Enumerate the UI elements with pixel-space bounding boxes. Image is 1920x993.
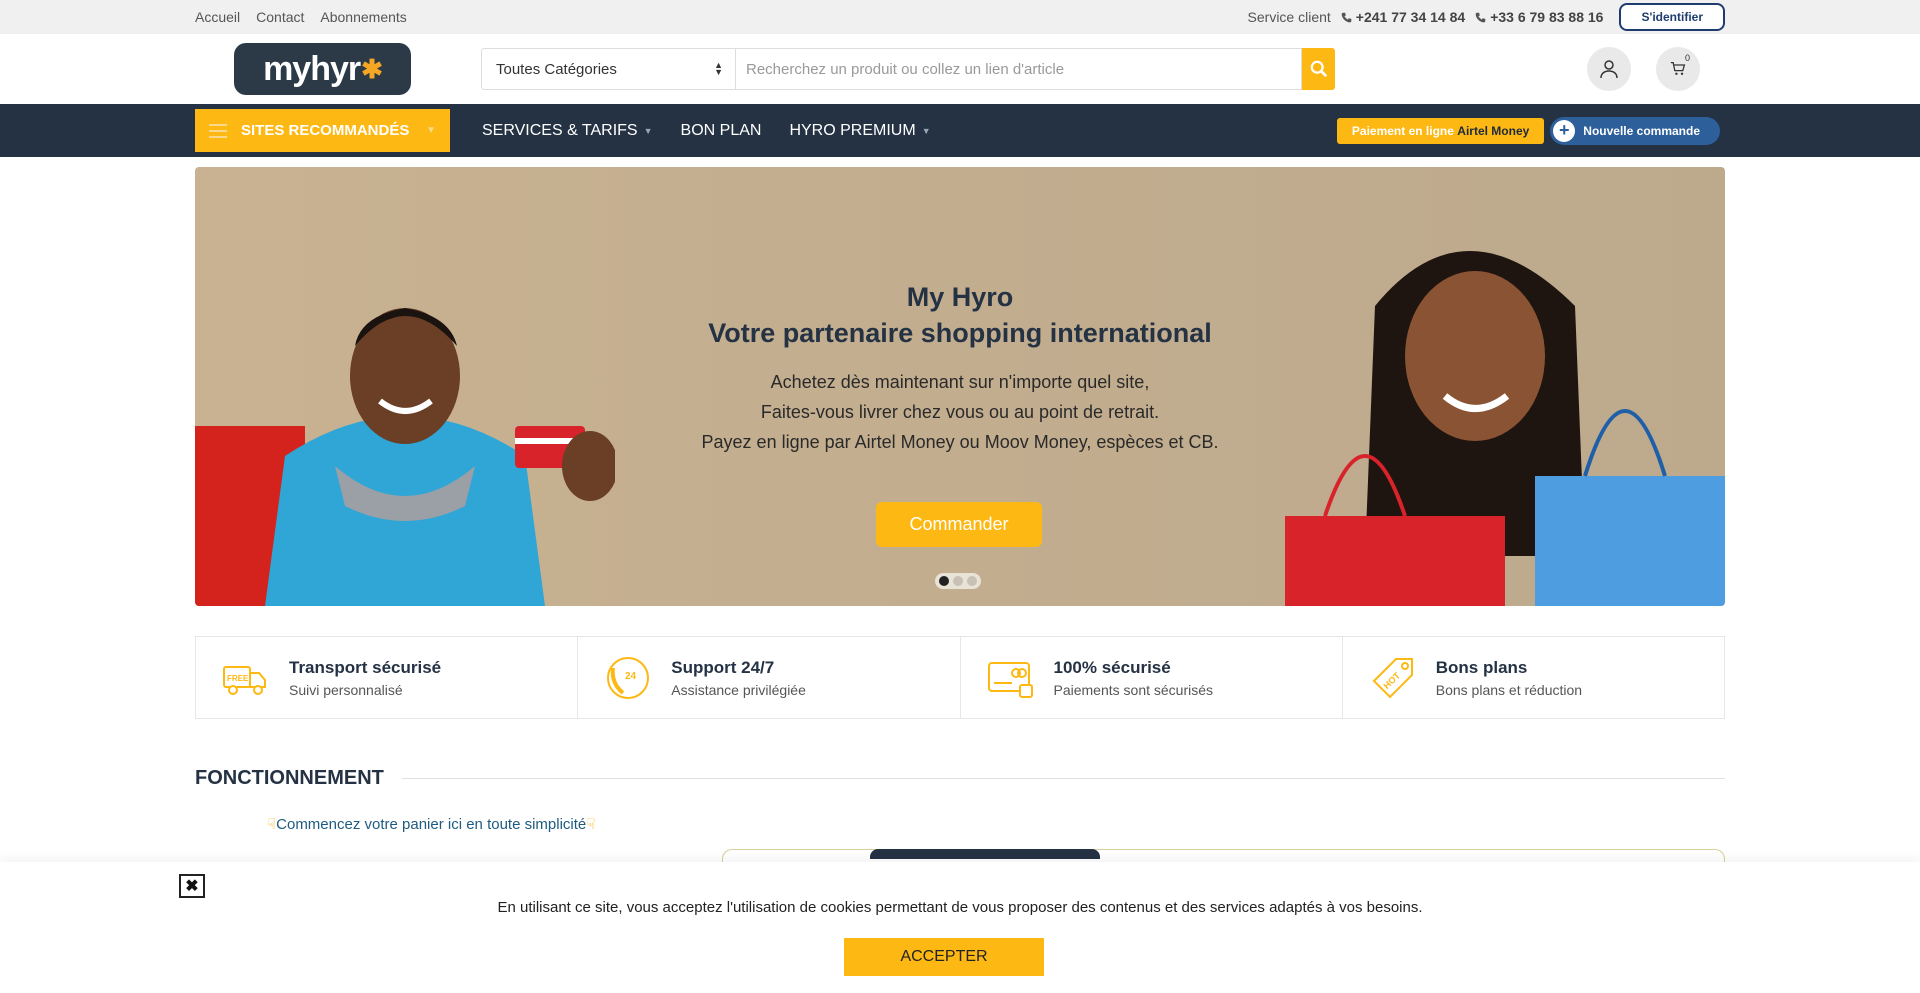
online-payment-badge[interactable]: Paiement en ligne Airtel Money xyxy=(1336,117,1545,144)
nav-bon-plan[interactable]: BON PLAN xyxy=(681,122,762,140)
feature-subtitle: Suivi personnalisé xyxy=(289,681,403,698)
new-order-button[interactable]: + Nouvelle commande xyxy=(1550,116,1720,145)
delivery-truck-icon: FREE xyxy=(223,665,266,695)
feature-subtitle: Paiements sont sécurisés xyxy=(1053,681,1214,698)
features-row: FREE Transport sécurisé Suivi personnali… xyxy=(195,636,1725,719)
nav-hyro-premium[interactable]: HYRO PREMIUM ▼ xyxy=(789,122,930,140)
cart-count: 0 xyxy=(1684,53,1690,63)
hero-title: My Hyro Votre partenaire shopping intern… xyxy=(195,279,1725,351)
category-select-value: Toutes Catégories xyxy=(496,60,617,78)
service-client-label: Service client xyxy=(1247,9,1331,25)
chevron-down-icon: ▼ xyxy=(643,125,653,136)
carousel-dot[interactable] xyxy=(939,576,949,586)
hero-text-line3: Payez en ligne par Airtel Money ou Moov … xyxy=(701,432,1219,452)
top-bar: Accueil Contact Abonnements Service clie… xyxy=(0,0,1920,34)
chevron-down-icon: ▼ xyxy=(426,125,436,136)
nav-label: SERVICES & TARIFS xyxy=(482,121,638,139)
phone-gabon[interactable]: +241 77 34 14 84 xyxy=(1341,9,1465,25)
phone-france-number: +33 6 79 83 88 16 xyxy=(1490,9,1604,25)
hero-text-line1: Achetez dès maintenant sur n'importe que… xyxy=(770,372,1150,392)
content-panel-tab xyxy=(870,849,1100,859)
carousel-dot[interactable] xyxy=(953,576,963,586)
pay-prefix: Paiement en ligne xyxy=(1351,123,1454,138)
nav-label: HYRO PREMIUM xyxy=(789,121,916,139)
pointing-down-icon: ☟ xyxy=(267,816,277,833)
svg-text:FREE: FREE xyxy=(227,674,249,683)
section-header: FONCTIONNEMENT xyxy=(195,767,1725,790)
feature-title: Transport sécurisé xyxy=(289,657,442,677)
feature-bons-plans: HOT Bons plans Bons plans et réduction xyxy=(1343,637,1724,718)
search-icon xyxy=(1310,60,1327,78)
secure-payment-icon xyxy=(987,661,1033,698)
phone-france[interactable]: +33 6 79 83 88 16 xyxy=(1475,9,1603,25)
carousel-dots xyxy=(935,573,981,589)
close-icon[interactable]: ✖ xyxy=(179,874,205,898)
recommended-label: SITES RECOMMANDÉS xyxy=(241,122,410,139)
accept-cookies-button[interactable]: ACCEPTER xyxy=(844,938,1044,976)
pointing-down-icon: ☟ xyxy=(586,816,596,833)
header: myhyr ✱ Toutes Catégories ▲ ▼ Recherchez u… xyxy=(0,34,1920,104)
cart-button[interactable]: 0 xyxy=(1656,47,1700,91)
feature-title: Support 24/7 xyxy=(671,657,775,677)
feature-security: 100% sécurisé Paiements sont sécurisés xyxy=(961,637,1343,718)
main-nav: SITES RECOMMANDÉS ▼ SERVICES & TARIFS ▼ B… xyxy=(0,104,1920,157)
account-button[interactable] xyxy=(1587,47,1631,91)
nav-label: BON PLAN xyxy=(680,121,762,139)
feature-support: 24 Support 24/7 Assistance privilégiée xyxy=(578,637,961,718)
feature-title: Bons plans xyxy=(1435,657,1528,677)
phone-icon xyxy=(1475,12,1486,22)
order-cta-button[interactable]: Commander xyxy=(876,502,1042,547)
link-accueil[interactable]: Accueil xyxy=(195,9,240,25)
new-order-label: Nouvelle commande xyxy=(1583,123,1700,138)
hero-banner: My Hyro Votre partenaire shopping intern… xyxy=(195,167,1725,606)
feature-title: 100% sécurisé xyxy=(1053,657,1171,677)
support-24-icon: 24 xyxy=(607,656,650,699)
section-divider xyxy=(401,778,1725,779)
site-logo[interactable]: myhyr ✱ xyxy=(234,43,411,95)
recommended-sites-menu[interactable]: SITES RECOMMANDÉS ▼ xyxy=(195,109,450,152)
user-icon xyxy=(1600,60,1618,79)
start-cart-label: Commencez votre panier ici en toute simp… xyxy=(276,816,587,833)
phone-gabon-number: +241 77 34 14 84 xyxy=(1355,9,1466,25)
hot-tag-icon: HOT xyxy=(1372,657,1413,698)
search-button[interactable] xyxy=(1302,48,1335,90)
top-links: Accueil Contact Abonnements xyxy=(195,9,407,25)
search-bar: Toutes Catégories ▲ ▼ Recherchez un produ… xyxy=(481,48,1335,90)
search-input[interactable]: Recherchez un produit ou collez un lien … xyxy=(736,48,1302,90)
svg-text:24: 24 xyxy=(625,671,637,682)
feature-transport: FREE Transport sécurisé Suivi personnali… xyxy=(196,637,579,718)
feature-subtitle: Assistance privilégiée xyxy=(671,681,806,698)
login-button[interactable]: S'identifier xyxy=(1619,3,1725,31)
phone-icon xyxy=(1341,12,1352,22)
cookie-banner: ✖ En utilisant ce site, vous acceptez l'… xyxy=(0,862,1920,993)
hero-title-line2: Votre partenaire shopping international xyxy=(708,318,1212,348)
logo-sun-icon: ✱ xyxy=(361,53,383,84)
section-title: FONCTIONNEMENT xyxy=(195,767,384,789)
hero-title-line1: My Hyro xyxy=(906,282,1014,312)
nav-services-tarifs[interactable]: SERVICES & TARIFS ▼ xyxy=(482,122,653,140)
hamburger-icon xyxy=(209,123,227,138)
link-abonnements[interactable]: Abonnements xyxy=(320,9,406,25)
cart-icon xyxy=(1670,61,1686,75)
category-select[interactable]: Toutes Catégories ▲ ▼ xyxy=(481,48,736,90)
select-arrows-icon: ▲ ▼ xyxy=(714,60,723,77)
carousel-dot[interactable] xyxy=(967,576,977,586)
start-cart-text: ☟Commencez votre panier ici en toute sim… xyxy=(267,815,595,833)
cookie-message: En utilisant ce site, vous acceptez l'ut… xyxy=(497,899,1423,916)
plus-icon: + xyxy=(1553,119,1576,142)
logo-text: myhyr xyxy=(263,49,361,88)
search-placeholder: Recherchez un produit ou collez un lien … xyxy=(746,60,1065,78)
hero-text-line2: Faites-vous livrer chez vous ou au point… xyxy=(760,402,1160,422)
chevron-down-icon: ▼ xyxy=(921,125,931,136)
feature-subtitle: Bons plans et réduction xyxy=(1435,681,1583,698)
hero-text: Achetez dès maintenant sur n'importe que… xyxy=(195,367,1725,457)
pay-brand: Airtel Money xyxy=(1457,123,1530,138)
link-contact[interactable]: Contact xyxy=(256,9,304,25)
nav-menu: SERVICES & TARIFS ▼ BON PLAN HYRO PREMIUM… xyxy=(482,122,931,140)
